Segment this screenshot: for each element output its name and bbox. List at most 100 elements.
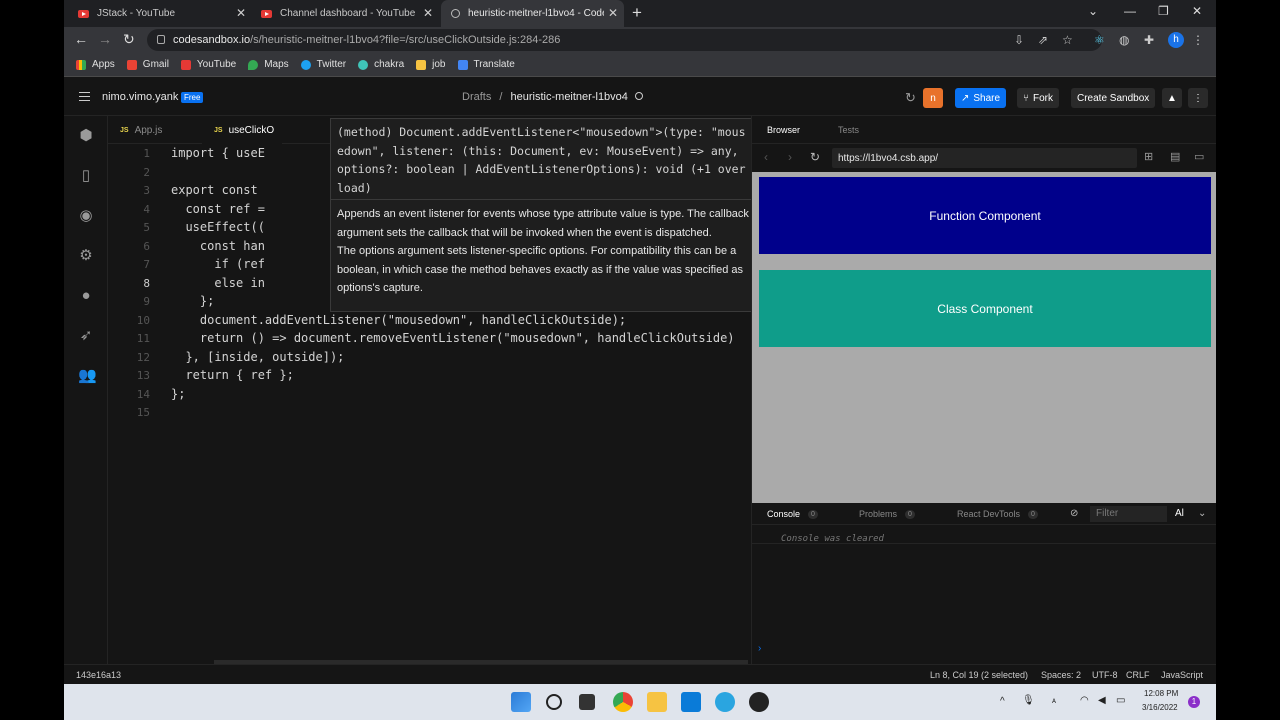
file-explorer-icon[interactable] bbox=[647, 692, 667, 712]
vscode-icon[interactable] bbox=[681, 692, 701, 712]
search-icon[interactable]: ◉ bbox=[78, 208, 94, 224]
bookmark-star-icon[interactable]: ☆ bbox=[1062, 33, 1073, 47]
sandbox-name[interactable]: heuristic-meitner-l1bvo4 bbox=[511, 91, 628, 103]
line-ending[interactable]: CRLF bbox=[1126, 670, 1150, 680]
share-button[interactable]: ↗ Share bbox=[955, 88, 1007, 108]
forward-icon[interactable]: → bbox=[98, 31, 112, 47]
show-hidden-icons-icon[interactable]: ^ bbox=[1000, 696, 1005, 707]
bookmark-translate[interactable]: Translate bbox=[457, 59, 515, 70]
close-icon[interactable]: ✕ bbox=[608, 6, 618, 20]
forward-icon[interactable]: › bbox=[788, 150, 792, 164]
browser-tab[interactable]: JStack - YouTube ✕ bbox=[78, 0, 252, 27]
maximize-icon[interactable]: ❐ bbox=[1158, 4, 1169, 18]
code-line[interactable]: return () => document.removeEventListene… bbox=[171, 331, 735, 345]
code-line[interactable]: else in bbox=[171, 276, 265, 290]
close-window-icon[interactable]: ✕ bbox=[1192, 4, 1202, 18]
bookmark-apps[interactable]: Apps bbox=[76, 59, 115, 70]
github-icon[interactable]: ● bbox=[78, 288, 94, 304]
chevron-down-icon[interactable]: ⌄ bbox=[1198, 508, 1206, 519]
gear-icon[interactable]: ⚙ bbox=[78, 248, 94, 264]
tab-problems[interactable]: Problems 0 bbox=[859, 509, 915, 519]
rocket-icon[interactable]: ➶ bbox=[78, 328, 94, 344]
log-level-select[interactable]: Al bbox=[1175, 508, 1184, 519]
tab-app-js[interactable]: JS App.js bbox=[120, 116, 200, 144]
code-line[interactable]: export const bbox=[171, 183, 258, 197]
telegram-icon[interactable] bbox=[715, 692, 735, 712]
new-tab-icon[interactable]: + bbox=[632, 3, 642, 23]
tab-useclickoutside-js[interactable]: JS useClickO bbox=[202, 116, 282, 144]
tab-console[interactable]: Console 0 bbox=[767, 509, 818, 519]
open-devtools-icon[interactable]: ⊞ bbox=[1144, 150, 1153, 163]
crumb-drafts[interactable]: Drafts bbox=[462, 91, 491, 103]
tab-react-devtools[interactable]: React DevTools 0 bbox=[957, 509, 1038, 519]
bookmark-twitter[interactable]: Twitter bbox=[300, 59, 346, 70]
cursor-position[interactable]: Ln 8, Col 19 (2 selected) bbox=[930, 670, 1028, 680]
bookmark-gmail[interactable]: Gmail bbox=[126, 59, 169, 70]
avatar[interactable]: n bbox=[923, 88, 943, 108]
code-line[interactable]: return { ref }; bbox=[171, 368, 293, 382]
fork-button[interactable]: ⑂ Fork bbox=[1017, 88, 1059, 108]
code-line[interactable]: }; bbox=[171, 294, 214, 308]
bookmark-chakra[interactable]: chakra bbox=[358, 59, 404, 70]
address-bar[interactable]: codesandbox.io/s/heuristic-meitner-l1bvo… bbox=[147, 29, 1102, 51]
reload-icon[interactable]: ↻ bbox=[810, 150, 820, 164]
tab-search-icon[interactable]: ⌄ bbox=[1088, 4, 1098, 18]
back-icon[interactable]: ‹ bbox=[764, 150, 768, 164]
create-sandbox-button[interactable]: Create Sandbox bbox=[1071, 88, 1156, 108]
back-icon[interactable]: ← bbox=[74, 31, 88, 47]
clock-time[interactable]: 12:08 PM bbox=[1144, 689, 1178, 698]
username[interactable]: nimo.vimo.yank bbox=[102, 91, 178, 103]
github-desktop-icon[interactable] bbox=[749, 692, 769, 712]
console-prompt-icon[interactable]: › bbox=[758, 643, 761, 654]
console-filter-input[interactable]: Filter bbox=[1090, 506, 1167, 522]
code-line[interactable]: }, [inside, outside]); bbox=[171, 350, 344, 364]
search-icon[interactable] bbox=[546, 694, 562, 710]
task-view-icon[interactable] bbox=[579, 694, 595, 710]
bookmark-youtube[interactable]: YouTube bbox=[180, 59, 236, 70]
browser-tab[interactable]: Channel dashboard - YouTube St ✕ bbox=[261, 0, 439, 27]
code-line[interactable]: import { useE bbox=[171, 146, 265, 160]
file-icon[interactable]: ▯ bbox=[78, 168, 94, 184]
share-icon[interactable]: ⇗ bbox=[1038, 33, 1048, 47]
tab-tests[interactable]: Tests bbox=[838, 125, 859, 135]
browser-tab-active[interactable]: heuristic-meitner-l1bvo4 - Code ✕ bbox=[441, 0, 624, 27]
code-line[interactable]: const ref = bbox=[171, 202, 264, 216]
notifications-bell-icon[interactable]: ▲ bbox=[1162, 88, 1182, 108]
code-line[interactable]: document.addEventListener("mousedown", h… bbox=[171, 313, 626, 327]
code-line[interactable]: const han bbox=[171, 239, 265, 253]
clock-date[interactable]: 3/16/2022 bbox=[1142, 703, 1178, 712]
install-icon[interactable]: ⇩ bbox=[1014, 33, 1024, 47]
keyboard-language-icon[interactable]: ᴀ bbox=[1052, 696, 1056, 705]
code-line[interactable]: }; bbox=[171, 387, 185, 401]
encoding[interactable]: UTF-8 bbox=[1092, 670, 1118, 680]
close-icon[interactable]: ✕ bbox=[236, 6, 246, 20]
cube-icon[interactable]: ⬢ bbox=[78, 128, 94, 144]
extension-icon[interactable]: ◍ bbox=[1119, 33, 1129, 47]
chrome-icon[interactable] bbox=[613, 692, 633, 712]
minimize-icon[interactable]: — bbox=[1124, 4, 1136, 18]
more-menu-icon[interactable]: ⋮ bbox=[1188, 88, 1208, 108]
puzzle-icon[interactable]: ✚ bbox=[1144, 33, 1154, 47]
function-component[interactable]: Function Component bbox=[759, 177, 1211, 254]
indentation[interactable]: Spaces: 2 bbox=[1041, 670, 1081, 680]
preview-url-input[interactable]: https://l1bvo4.csb.app/ bbox=[832, 148, 1137, 168]
bookmark-maps[interactable]: Maps bbox=[248, 59, 289, 70]
layout-icon[interactable]: ▤ bbox=[1170, 150, 1180, 163]
tab-browser[interactable]: Browser bbox=[767, 125, 800, 135]
language-mode[interactable]: JavaScript bbox=[1161, 670, 1203, 680]
users-icon[interactable]: 👥 bbox=[78, 368, 97, 384]
microphone-icon[interactable]: 🎙 bbox=[1022, 695, 1035, 706]
react-extension-icon[interactable]: ⚛ bbox=[1094, 33, 1105, 47]
bookmark-job[interactable]: job bbox=[416, 59, 446, 70]
volume-icon[interactable]: ◀ bbox=[1098, 695, 1106, 706]
battery-icon[interactable]: ▭ bbox=[1116, 695, 1125, 706]
notification-badge[interactable]: 1 bbox=[1188, 696, 1200, 708]
hamburger-menu-icon[interactable] bbox=[79, 92, 90, 101]
refresh-icon[interactable]: ↻ bbox=[899, 88, 922, 108]
menu-icon[interactable]: ⋮ bbox=[1192, 33, 1204, 47]
code-line[interactable]: useEffect(( bbox=[171, 220, 264, 234]
preview-frame[interactable]: Function Component Class Component bbox=[752, 172, 1216, 503]
code-line[interactable]: if (ref bbox=[171, 257, 265, 271]
profile-avatar[interactable]: h bbox=[1168, 32, 1184, 48]
reload-icon[interactable]: ↻ bbox=[123, 31, 135, 48]
